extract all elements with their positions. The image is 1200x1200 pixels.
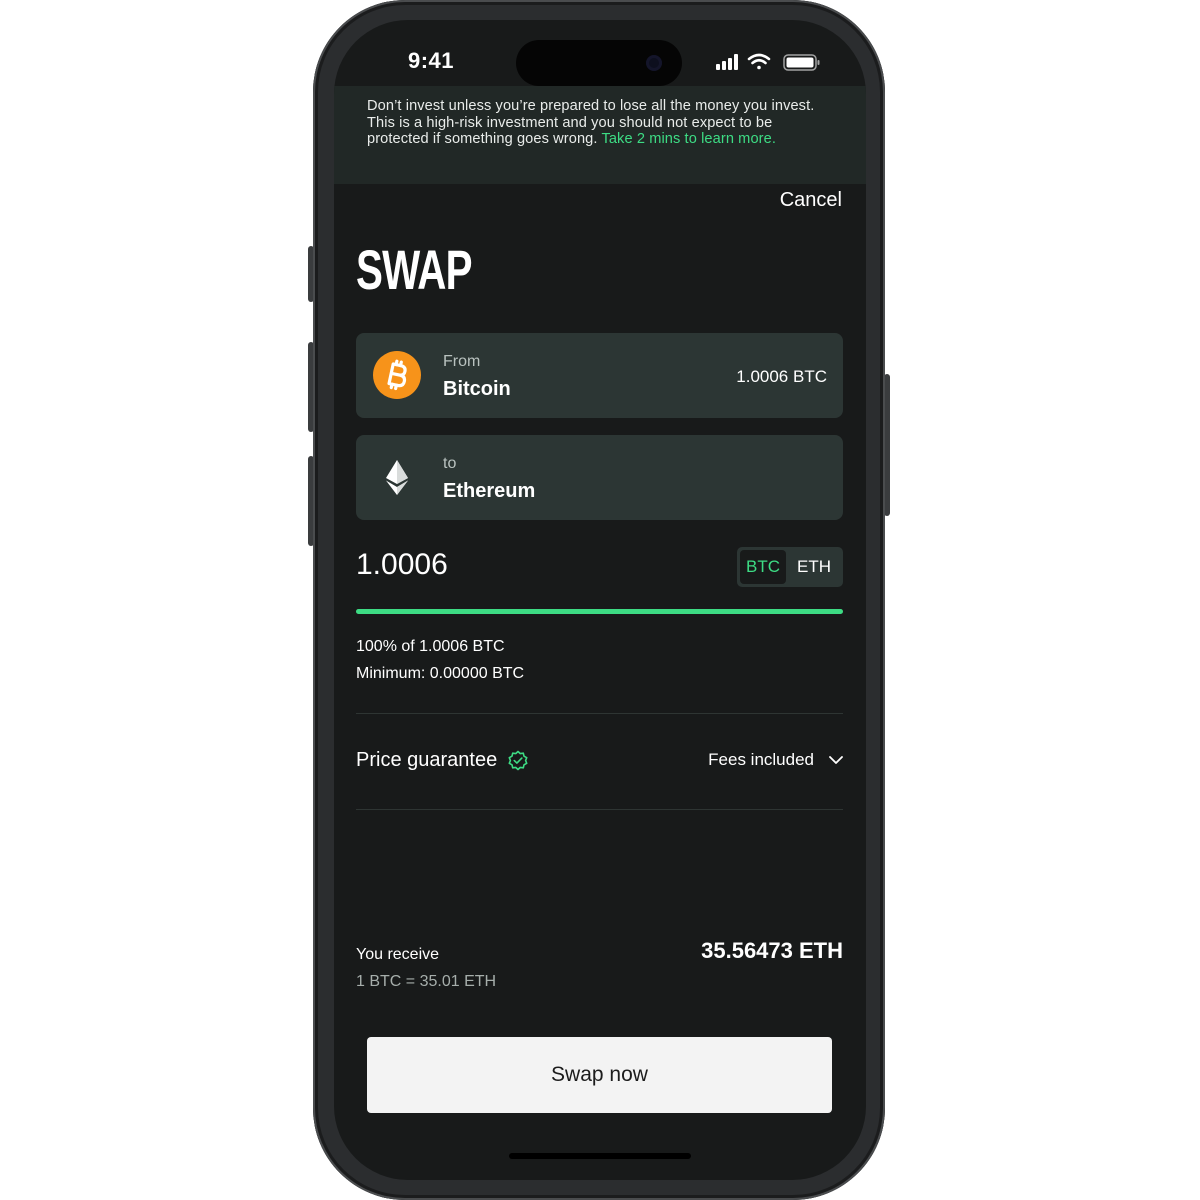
- to-label: to: [443, 455, 457, 472]
- amount-slider[interactable]: [356, 609, 843, 614]
- from-asset-selector[interactable]: From Bitcoin 1.0006 BTC: [356, 333, 843, 418]
- status-time: 9:41: [408, 48, 455, 73]
- risk-warning-banner: Don’t invest unless you’re prepared to l…: [334, 86, 866, 184]
- battery-icon: [783, 54, 820, 71]
- percent-of-balance: 100% of 1.0006 BTC: [356, 638, 505, 655]
- unit-toggle: BTC ETH: [737, 547, 843, 587]
- unit-option-eth[interactable]: ETH: [788, 550, 840, 584]
- chevron-down-icon: [829, 756, 843, 764]
- you-receive-label: You receive: [356, 946, 440, 963]
- from-label: From: [443, 353, 481, 370]
- camera-icon: [646, 55, 662, 71]
- from-asset-name: Bitcoin: [443, 378, 511, 400]
- swap-now-button[interactable]: Swap now: [367, 1037, 832, 1113]
- to-asset-selector[interactable]: to Ethereum: [356, 435, 843, 520]
- learn-more-link[interactable]: Take 2 mins to learn more.: [601, 131, 776, 147]
- minimum-amount: Minimum: 0.00000 BTC: [356, 665, 525, 682]
- verified-badge-icon[interactable]: [507, 750, 529, 772]
- from-asset-balance: 1.0006 BTC: [736, 367, 827, 386]
- fees-dropdown[interactable]: Fees included: [708, 750, 844, 770]
- home-indicator: [509, 1153, 691, 1159]
- page-title: SWAP: [356, 238, 473, 301]
- dynamic-island: [516, 40, 682, 86]
- receive-amount: 35.56473 ETH: [701, 938, 843, 963]
- amount-slider-fill: [356, 609, 843, 614]
- price-guarantee-label: Price guarantee: [356, 749, 498, 771]
- fees-label: Fees included: [708, 750, 814, 769]
- amount-input[interactable]: [356, 548, 656, 582]
- ethereum-icon: [386, 460, 408, 495]
- divider: [356, 809, 843, 810]
- exchange-rate: 1 BTC = 35.01 ETH: [356, 973, 497, 990]
- status-icons: [716, 53, 820, 71]
- bitcoin-icon: [373, 351, 421, 399]
- price-guarantee: Price guarantee: [356, 749, 529, 772]
- cellular-signal-icon: [716, 54, 738, 70]
- app-screen: 9:41 Don’t invest unless you’re prepared…: [334, 20, 866, 1180]
- wifi-icon: [747, 53, 771, 70]
- to-asset-name: Ethereum: [443, 480, 536, 502]
- cancel-button[interactable]: Cancel: [780, 189, 842, 212]
- status-bar: 9:41: [334, 20, 866, 86]
- unit-option-btc[interactable]: BTC: [740, 550, 786, 584]
- divider: [356, 713, 843, 714]
